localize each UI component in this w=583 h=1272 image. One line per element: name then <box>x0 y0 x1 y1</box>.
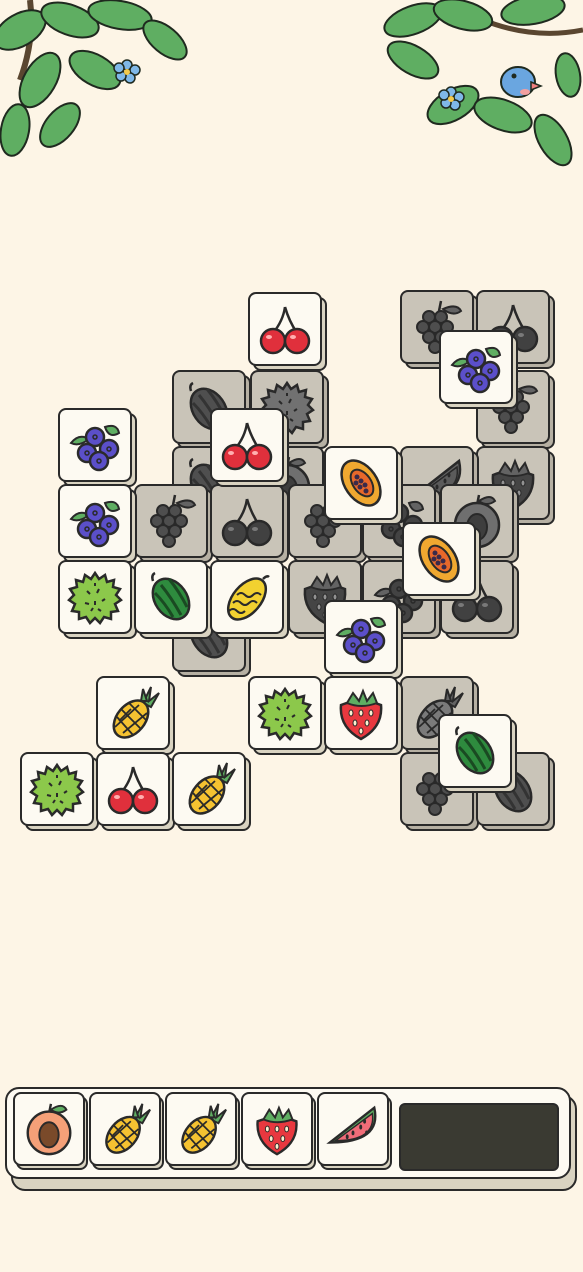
pineapple-icon <box>112 686 160 739</box>
pineapple-icon <box>188 762 236 815</box>
papaya-icon <box>418 535 460 583</box>
tile-papaya[interactable] <box>402 522 481 601</box>
peach-icon <box>26 1103 72 1156</box>
blueberry-icon <box>335 616 387 664</box>
tile-tray <box>5 1087 577 1191</box>
tile-cherry[interactable] <box>210 408 289 487</box>
blueberry-icon <box>69 424 121 472</box>
watermelon-icon <box>455 725 495 775</box>
cherry-icon <box>107 766 159 815</box>
tray-tile-peach <box>13 1092 88 1170</box>
tile-papaya[interactable] <box>324 446 403 525</box>
tile-melon[interactable] <box>210 560 289 639</box>
tile-strawberry[interactable] <box>324 676 403 755</box>
blueberry-icon <box>69 500 121 548</box>
pineapple-icon <box>105 1103 151 1154</box>
tile-blueberry[interactable] <box>58 408 137 487</box>
blueberry-icon <box>450 346 502 394</box>
tray-tile-watermelon-slice <box>317 1092 392 1170</box>
melon-icon <box>226 575 270 621</box>
strawberry-icon <box>256 1105 298 1156</box>
tile-grapes <box>134 484 213 563</box>
tile-cherry[interactable] <box>96 752 175 831</box>
tile-cherry[interactable] <box>248 292 327 371</box>
tile-blueberry[interactable] <box>58 484 137 563</box>
strawberry-icon <box>339 688 383 741</box>
tile-durian[interactable] <box>248 676 327 755</box>
cherry-icon <box>259 306 311 355</box>
tile-durian[interactable] <box>20 752 99 831</box>
tray-tile-pineapple <box>165 1092 240 1170</box>
tile-pineapple[interactable] <box>172 752 251 831</box>
tile-watermelon[interactable] <box>438 714 517 793</box>
tray-tile-strawberry <box>241 1092 316 1170</box>
cherry-icon <box>221 498 273 547</box>
watermelon-icon <box>151 571 191 621</box>
tile-pineapple[interactable] <box>96 676 175 755</box>
cherry-icon <box>221 422 273 471</box>
tile-blueberry[interactable] <box>439 330 518 409</box>
tray-tile-pineapple <box>89 1092 164 1170</box>
tile-watermelon[interactable] <box>134 560 213 639</box>
tile-board <box>0 0 583 900</box>
tile-blueberry[interactable] <box>324 600 403 679</box>
tray-empty-slot <box>399 1103 559 1171</box>
tile-cherry <box>210 484 289 563</box>
durian-icon <box>257 686 313 741</box>
durian-icon <box>67 570 123 625</box>
pineapple-icon <box>181 1103 227 1154</box>
tile-durian[interactable] <box>58 560 137 639</box>
papaya-icon <box>340 459 382 507</box>
durian-icon <box>29 762 85 817</box>
watermelon-slice-icon <box>326 1105 377 1144</box>
grapes-icon <box>150 494 197 548</box>
